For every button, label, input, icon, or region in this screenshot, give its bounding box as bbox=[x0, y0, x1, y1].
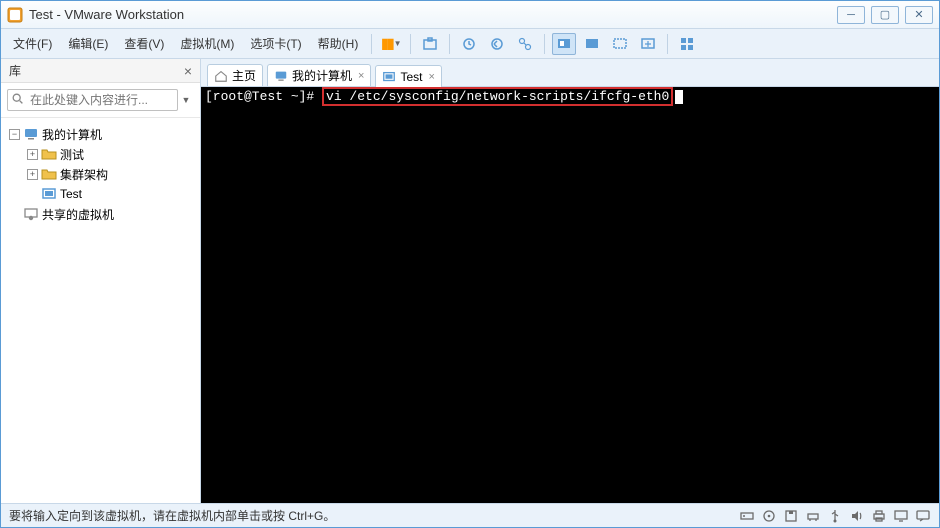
tree-label: 我的计算机 bbox=[42, 126, 102, 143]
device-display-icon[interactable] bbox=[893, 508, 909, 524]
device-printer-icon[interactable] bbox=[871, 508, 887, 524]
tree-label: 共享的虚拟机 bbox=[42, 206, 114, 223]
tree-label: Test bbox=[60, 187, 82, 201]
vm-icon bbox=[41, 186, 57, 202]
device-usb-icon[interactable] bbox=[827, 508, 843, 524]
tab-test[interactable]: Test × bbox=[375, 65, 441, 87]
device-sound-icon[interactable] bbox=[849, 508, 865, 524]
main-area: 库 × ▼ − 我的计算机 + 测试 bbox=[1, 59, 939, 503]
snapshot-take-button[interactable] bbox=[457, 33, 481, 55]
view-console-button[interactable] bbox=[552, 33, 576, 55]
device-floppy-icon[interactable] bbox=[783, 508, 799, 524]
tab-my-computer[interactable]: 我的计算机 × bbox=[267, 64, 371, 86]
expander-blank bbox=[9, 209, 20, 220]
search-input[interactable] bbox=[7, 89, 178, 111]
view-unity-button[interactable] bbox=[608, 33, 632, 55]
menubar: 文件(F) 编辑(E) 查看(V) 虚拟机(M) 选项卡(T) 帮助(H) ▮▮… bbox=[1, 29, 939, 59]
separator bbox=[410, 34, 411, 54]
tab-label: 我的计算机 bbox=[292, 67, 352, 84]
window-controls: ─ ▢ ✕ bbox=[837, 6, 933, 24]
titlebar: Test - VMware Workstation ─ ▢ ✕ bbox=[1, 1, 939, 29]
sidebar-header: 库 × bbox=[1, 59, 200, 83]
terminal-line: [root@Test ~]# vi /etc/sysconfig/network… bbox=[205, 89, 935, 104]
terminal-cursor bbox=[675, 90, 683, 104]
menu-view[interactable]: 查看(V) bbox=[118, 32, 170, 55]
home-icon bbox=[214, 69, 228, 83]
terminal-command: vi /etc/sysconfig/network-scripts/ifcfg-… bbox=[322, 87, 673, 106]
tab-close-icon[interactable]: × bbox=[428, 71, 434, 83]
device-hdd-icon[interactable] bbox=[739, 508, 755, 524]
separator bbox=[371, 34, 372, 54]
status-message: 要将输入定向到该虚拟机，请在虚拟机内部单击或按 Ctrl+G。 bbox=[9, 507, 335, 524]
sidebar: 库 × ▼ − 我的计算机 + 测试 bbox=[1, 59, 201, 503]
menu-help[interactable]: 帮助(H) bbox=[312, 32, 365, 55]
tree-node-cluster-folder[interactable]: + 集群架构 bbox=[5, 164, 196, 184]
tree-label: 集群架构 bbox=[60, 166, 108, 183]
expander-blank bbox=[27, 189, 38, 200]
expander-icon[interactable]: − bbox=[9, 129, 20, 140]
snapshot-button[interactable] bbox=[418, 33, 442, 55]
maximize-button[interactable]: ▢ bbox=[871, 6, 899, 24]
tree-node-test-vm[interactable]: Test bbox=[5, 184, 196, 204]
content-area: 主页 我的计算机 × Test × [root@Test ~]# vi /etc… bbox=[201, 59, 939, 503]
view-stretch-button[interactable] bbox=[636, 33, 660, 55]
expander-icon[interactable]: + bbox=[27, 169, 38, 180]
folder-icon bbox=[41, 146, 57, 162]
tab-label: Test bbox=[400, 70, 422, 84]
vm-icon bbox=[382, 70, 396, 84]
search-icon bbox=[11, 92, 25, 106]
tab-home[interactable]: 主页 bbox=[207, 64, 263, 86]
menu-vm[interactable]: 虚拟机(M) bbox=[174, 32, 240, 55]
menu-tabs[interactable]: 选项卡(T) bbox=[244, 32, 307, 55]
snapshot-manager-button[interactable] bbox=[513, 33, 537, 55]
statusbar: 要将输入定向到该虚拟机，请在虚拟机内部单击或按 Ctrl+G。 bbox=[1, 503, 939, 527]
terminal-prompt: [root@Test ~]# bbox=[205, 89, 322, 104]
tab-label: 主页 bbox=[232, 67, 256, 84]
device-cd-icon[interactable] bbox=[761, 508, 777, 524]
tree-node-test-folder[interactable]: + 测试 bbox=[5, 144, 196, 164]
separator bbox=[449, 34, 450, 54]
separator bbox=[544, 34, 545, 54]
folder-icon bbox=[41, 166, 57, 182]
pause-button[interactable]: ▮▮▼ bbox=[379, 33, 403, 55]
tree-label: 测试 bbox=[60, 146, 84, 163]
status-message-icon[interactable] bbox=[915, 508, 931, 524]
expander-icon[interactable]: + bbox=[27, 149, 38, 160]
computer-icon bbox=[23, 126, 39, 142]
app-window: Test - VMware Workstation ─ ▢ ✕ 文件(F) 编辑… bbox=[0, 0, 940, 528]
menu-file[interactable]: 文件(F) bbox=[7, 32, 58, 55]
sidebar-close-icon[interactable]: × bbox=[184, 63, 192, 79]
close-button[interactable]: ✕ bbox=[905, 6, 933, 24]
window-title: Test - VMware Workstation bbox=[29, 7, 837, 22]
tab-bar: 主页 我的计算机 × Test × bbox=[201, 59, 939, 87]
sidebar-search: ▼ bbox=[1, 83, 200, 118]
tab-close-icon[interactable]: × bbox=[358, 70, 364, 82]
minimize-button[interactable]: ─ bbox=[837, 6, 865, 24]
status-device-icons bbox=[739, 508, 931, 524]
snapshot-revert-button[interactable] bbox=[485, 33, 509, 55]
tree-node-shared-vms[interactable]: 共享的虚拟机 bbox=[5, 204, 196, 224]
device-network-icon[interactable] bbox=[805, 508, 821, 524]
tree-node-my-computer[interactable]: − 我的计算机 bbox=[5, 124, 196, 144]
search-dropdown-icon[interactable]: ▼ bbox=[178, 95, 194, 105]
shared-icon bbox=[23, 206, 39, 222]
app-icon bbox=[7, 7, 23, 23]
view-fullscreen-button[interactable] bbox=[580, 33, 604, 55]
menu-edit[interactable]: 编辑(E) bbox=[62, 32, 114, 55]
sidebar-title: 库 bbox=[9, 62, 21, 79]
separator bbox=[667, 34, 668, 54]
view-thumbnail-button[interactable] bbox=[675, 33, 699, 55]
computer-icon bbox=[274, 69, 288, 83]
vm-console[interactable]: [root@Test ~]# vi /etc/sysconfig/network… bbox=[201, 87, 939, 503]
library-tree: − 我的计算机 + 测试 + 集群架构 Test bbox=[1, 118, 200, 503]
